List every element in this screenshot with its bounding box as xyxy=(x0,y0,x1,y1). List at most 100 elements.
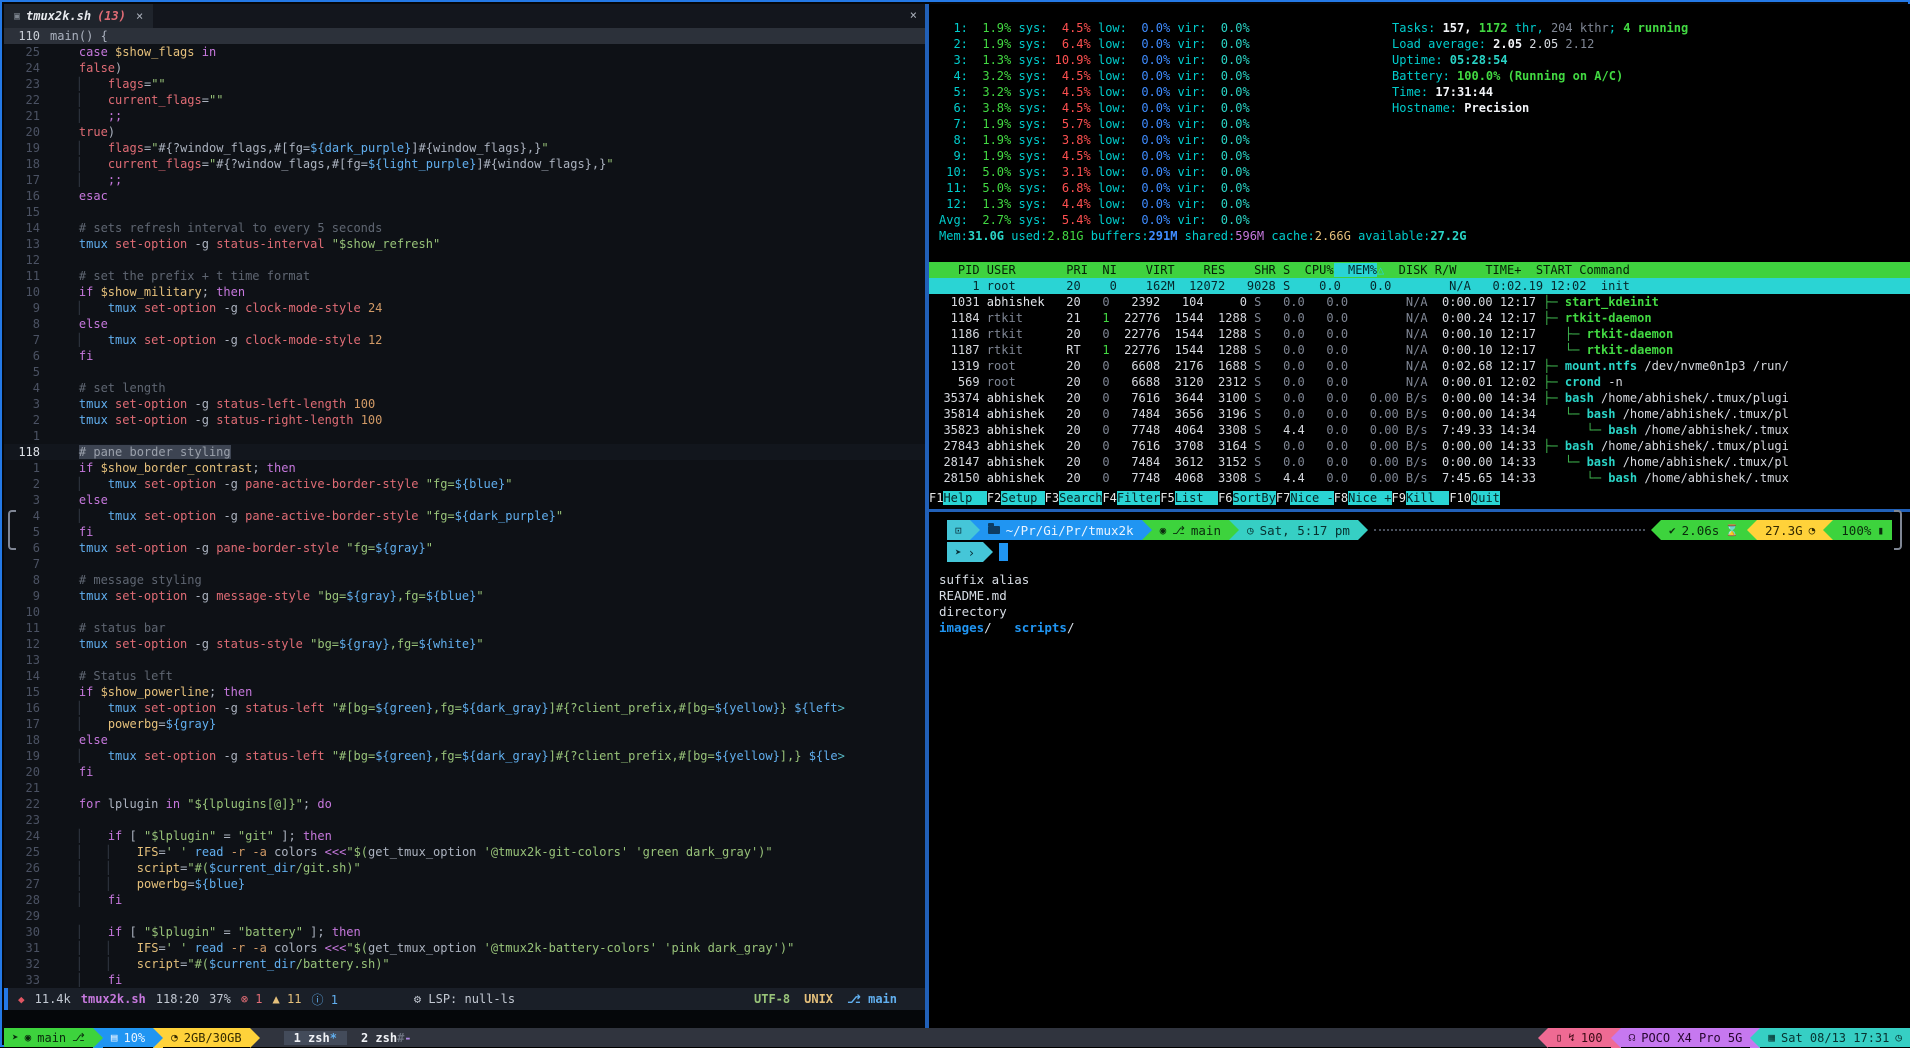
process-row[interactable]: 28150 abhishek 20 0 7748 4068 3308 S 4.4… xyxy=(929,470,1910,486)
process-row[interactable]: 35814 abhishek 20 0 7484 3656 3196 S 0.0… xyxy=(929,406,1910,422)
line-number: 22 xyxy=(4,796,50,812)
fkey-f7-button[interactable]: F7Nice - xyxy=(1276,490,1334,506)
process-row[interactable]: 35374 abhishek 20 0 7616 3644 3100 S 0.0… xyxy=(929,390,1910,406)
close-all-icon[interactable]: × xyxy=(910,8,917,22)
powerline-separator xyxy=(1651,520,1661,540)
code-line: 23 ▏ flags="" xyxy=(4,76,925,92)
prompt-filler xyxy=(1374,529,1645,531)
lsp-status: ⚙ LSP: null-ls xyxy=(414,992,515,1006)
tmux-window-1[interactable]: 1 zsh* xyxy=(284,1031,347,1045)
shell-output-line: suffix alias xyxy=(939,572,1910,588)
fkey-f6-button[interactable]: F6SortBy xyxy=(1218,490,1276,506)
line-number: 110 xyxy=(4,28,50,44)
scroll-percent: 37% xyxy=(209,992,231,1006)
line-number: 25 xyxy=(4,44,50,60)
process-row[interactable]: 35823 abhishek 20 0 7748 4064 3308 S 4.4… xyxy=(929,422,1910,438)
code-line: 5 fi xyxy=(4,524,925,540)
fkey-f8-button[interactable]: F8Nice + xyxy=(1334,490,1392,506)
line-number: 32 xyxy=(4,956,50,972)
line-number: 3 xyxy=(4,492,50,508)
process-row[interactable]: 1184 rtkit 21 1 22776 1544 1288 S 0.0 0.… xyxy=(929,310,1910,326)
code-line: 7 xyxy=(4,556,925,572)
fkey-f10-button[interactable]: F10Quit xyxy=(1449,490,1500,506)
code-line: 1 xyxy=(4,428,925,444)
segment-label: 2.06s xyxy=(1682,523,1720,538)
check-icon: ✔ xyxy=(1669,524,1676,537)
code-line: 3 else xyxy=(4,492,925,508)
code-line: 24 ▏ if [ "$lplugin" = "git" ]; then xyxy=(4,828,925,844)
tmux-window-2[interactable]: 2 zsh#- xyxy=(351,1031,422,1045)
line-number: 33 xyxy=(4,972,50,988)
line-number: 17 xyxy=(4,716,50,732)
fkey-f3-button[interactable]: F3Search xyxy=(1045,490,1103,506)
segment-label: 2GB/30GB xyxy=(184,1031,242,1045)
cpu-meter-row: 1: 1.9% sys: 4.5% low: 0.0% vir: 0.0% xyxy=(939,20,1466,36)
cpu-meter-row: 9: 1.9% sys: 4.5% low: 0.0% vir: 0.0% xyxy=(939,148,1466,164)
computer-icon: ⊡ xyxy=(955,524,962,537)
prompt-line-1: ⊡~/Pr/Gi/Pr/tmux2k◉⎇main◷Sat, 5:17 pm✔2.… xyxy=(947,520,1892,540)
fkey-f2-button[interactable]: F2Setup xyxy=(987,490,1045,506)
line-number: 3 xyxy=(4,396,50,412)
process-row[interactable]: 1187 rtkit RT 1 22776 1544 1288 S 0.0 0.… xyxy=(929,342,1910,358)
cpu-meter-row: 6: 3.8% sys: 4.5% low: 0.0% vir: 0.0% xyxy=(939,100,1466,116)
cpu-meter-row: 4: 3.2% sys: 4.5% low: 0.0% vir: 0.0% xyxy=(939,68,1466,84)
diagnostic-count: (13) xyxy=(97,9,126,23)
code-line: 24 false) xyxy=(4,60,925,76)
process-table-header[interactable]: PID USER PRI NI VIRT RES SHR S CPU% MEM%… xyxy=(929,262,1910,278)
cpu-meter-row: 5: 3.2% sys: 4.5% low: 0.0% vir: 0.0% xyxy=(939,84,1466,100)
process-row[interactable]: 28147 abhishek 20 0 7484 3612 3152 S 0.0… xyxy=(929,454,1910,470)
code-line: 10 if $show_military; then xyxy=(4,284,925,300)
code-line: 18 else xyxy=(4,732,925,748)
code-line: 5 xyxy=(4,364,925,380)
code-line: 28 ▏ fi xyxy=(4,892,925,908)
prompt-line-2[interactable]: ➤› xyxy=(947,542,1910,562)
fkey-f9-button[interactable]: F9Kill xyxy=(1392,490,1450,506)
rocket-icon: ➤ xyxy=(955,546,962,559)
code-line: 20 true) xyxy=(4,124,925,140)
code-line: 12 tmux set-option -g status-style "bg=$… xyxy=(4,636,925,652)
code-line: 14 # sets refresh interval to every 5 se… xyxy=(4,220,925,236)
process-row[interactable]: 27843 abhishek 20 0 7616 3708 3164 S 0.0… xyxy=(929,438,1910,454)
cpu-meter-row: 2: 1.9% sys: 6.4% low: 0.0% vir: 0.0% xyxy=(939,36,1466,52)
process-row[interactable]: 1186 rtkit 20 0 22776 1544 1288 S 0.0 0.… xyxy=(929,326,1910,342)
system-info-row: Time: 17:31:44 xyxy=(1392,84,1688,100)
code-line: 19 ▏ flags="#{?window_flags,#[fg=${dark_… xyxy=(4,140,925,156)
powerline-separator xyxy=(1750,1028,1760,1048)
process-row[interactable]: 569 root 20 0 6688 3120 2312 S 0.0 0.0 N… xyxy=(929,374,1910,390)
segment-label: POCO X4 Pro 5G xyxy=(1641,1031,1742,1045)
process-row[interactable]: 1031 abhishek 20 0 2392 104 0 S 0.0 0.0 … xyxy=(929,294,1910,310)
line-number: 7 xyxy=(4,556,50,572)
code-line: 12 xyxy=(4,252,925,268)
line-number: 19 xyxy=(4,748,50,764)
fkey-f5-button[interactable]: F5List xyxy=(1160,490,1218,506)
error-count: ⊗ 1 xyxy=(241,992,263,1006)
process-row[interactable]: 1 root 20 0 162M 12072 9028 S 0.0 0.0 N/… xyxy=(929,278,1910,294)
terminal-pane[interactable]: ⊡~/Pr/Gi/Pr/tmux2k◉⎇main◷Sat, 5:17 pm✔2.… xyxy=(929,512,1910,1028)
line-number: 16 xyxy=(4,700,50,716)
system-monitor-pane: 1: 1.9% sys: 4.5% low: 0.0% vir: 0.0% 2:… xyxy=(929,4,1910,509)
command-line[interactable] xyxy=(4,1010,925,1028)
fkey-f4-button[interactable]: F4Filter xyxy=(1102,490,1160,506)
cpu-segment: ▤10% xyxy=(103,1028,153,1047)
system-info-row: Battery: 100.0% (Running on A/C) xyxy=(1392,68,1688,84)
line-number: 1 xyxy=(4,428,50,444)
line-number: 8 xyxy=(4,316,50,332)
close-buffer-icon[interactable]: × xyxy=(136,9,143,23)
shell-output-line: images/ scripts/ xyxy=(939,620,1910,636)
fkey-f1-button[interactable]: F1Help xyxy=(929,490,987,506)
code-line: 21 xyxy=(4,780,925,796)
code-line: 22 for lplugin in "${lplugins[@]}"; do xyxy=(4,796,925,812)
line-number: 7 xyxy=(4,332,50,348)
segment-label: 27.3G xyxy=(1765,523,1803,538)
line-number: 1 xyxy=(4,460,50,476)
code-area[interactable]: 110main() {25 case $show_flags in24 fals… xyxy=(4,28,925,988)
terminal-cursor[interactable] xyxy=(999,543,1008,561)
code-line: 25 ▏ ▏ IFS=' ' read -r -a colors <<<"$(g… xyxy=(4,844,925,860)
vim-icon: ◆ xyxy=(18,993,25,1006)
buffer-tab[interactable]: ▣ tmux2k.sh (13) × xyxy=(4,4,153,28)
process-row[interactable]: 1319 root 20 0 6608 2176 1688 S 0.0 0.0 … xyxy=(929,358,1910,374)
powerline-separator xyxy=(1747,520,1757,540)
clock-icon: ◷ xyxy=(1895,1031,1902,1044)
tmux-window-list: 1 zsh* 2 zsh#- xyxy=(284,1028,422,1047)
code-line: 9 ▏ tmux set-option -g clock-mode-style … xyxy=(4,300,925,316)
